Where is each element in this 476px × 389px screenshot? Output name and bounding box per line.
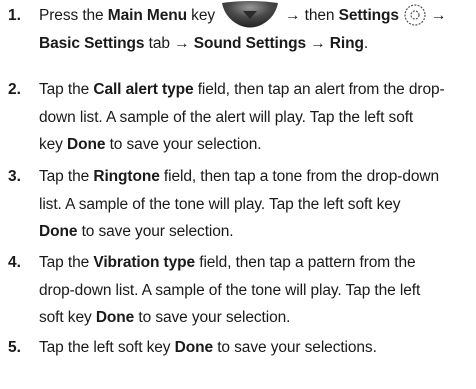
text: to save your selection.: [134, 309, 291, 326]
arrow: →: [430, 7, 447, 24]
gear-icon: [404, 4, 426, 26]
step-line: soft key Done to save your selection.: [39, 304, 469, 332]
step-line: Press the Main Menu key → then Settings: [39, 0, 469, 30]
vibration-type-label: Vibration type: [93, 254, 196, 271]
step-text: Press the Main Menu key → then Settings: [39, 0, 469, 58]
arrow: →: [174, 34, 190, 52]
step-line: Tap the Call alert type field, then tap …: [39, 76, 469, 104]
step-number: 3.: [8, 168, 21, 185]
text: then: [300, 7, 339, 24]
step-text: Tap the Ringtone field, then tap a tone …: [39, 163, 469, 246]
step-number: 4.: [8, 254, 21, 271]
step-line: Tap the Vibration type field, then tap a…: [39, 249, 469, 277]
text: to save your selection.: [105, 136, 262, 153]
text: Tap the: [39, 168, 94, 185]
basic-settings-label: Basic Settings: [39, 34, 145, 52]
text: Press the: [39, 7, 108, 24]
done-label: Done: [67, 136, 106, 153]
text: Tap the left soft key: [39, 339, 175, 356]
call-alert-type-label: Call alert type: [93, 81, 194, 98]
text: field, then tap a pattern from the: [195, 254, 416, 271]
main-menu-label: Main Menu: [107, 7, 187, 24]
arrow: →: [285, 7, 301, 24]
ringtone-label: Ringtone: [93, 168, 160, 185]
text: key: [39, 136, 68, 153]
step-text: Tap the left soft key Done to save your …: [39, 334, 469, 362]
arrow: →: [310, 34, 326, 52]
sound-settings-label: Sound Settings: [189, 34, 311, 52]
step-number: 5.: [8, 339, 21, 356]
step-number: 1.: [8, 7, 21, 24]
step-line: drop-down list. A sample of the tone wil…: [39, 281, 421, 299]
ring-label: Ring: [325, 34, 364, 52]
text: Tap the: [39, 254, 94, 271]
text: Tap the: [39, 81, 94, 98]
text: soft key: [39, 309, 96, 326]
step-line: Tap the left soft key Done to save your …: [39, 334, 469, 362]
step-line: down list. A sample of the alert will pl…: [39, 108, 414, 126]
text: field, then tap a tone from the drop-dow…: [159, 168, 439, 185]
text: to save your selection.: [77, 223, 234, 240]
step-text: Tap the Vibration type field, then tap a…: [39, 249, 469, 332]
done-label: Done: [95, 309, 135, 326]
step-text: Tap the Call alert type field, then tap …: [39, 76, 469, 159]
text: field, then tap an alert from the drop-: [193, 81, 445, 98]
done-label: Done: [39, 223, 78, 240]
main-menu-key-icon: [222, 0, 278, 28]
text: .: [363, 34, 369, 52]
step-line: Basic Settings tab → Sound Settings → Ri…: [39, 30, 469, 58]
step-line: key Done to save your selection.: [39, 131, 469, 159]
text: to save your selections.: [213, 339, 377, 356]
step-number: 2.: [8, 81, 21, 98]
settings-label: Settings: [338, 7, 399, 24]
step-line: Tap the Ringtone field, then tap a tone …: [39, 163, 469, 191]
done-label: Done: [174, 339, 214, 356]
step-line: Done to save your selection.: [39, 218, 469, 246]
text: key: [186, 7, 215, 24]
text: tab: [144, 34, 175, 52]
step-line: list. A sample of the tone will play. Ta…: [39, 195, 401, 213]
